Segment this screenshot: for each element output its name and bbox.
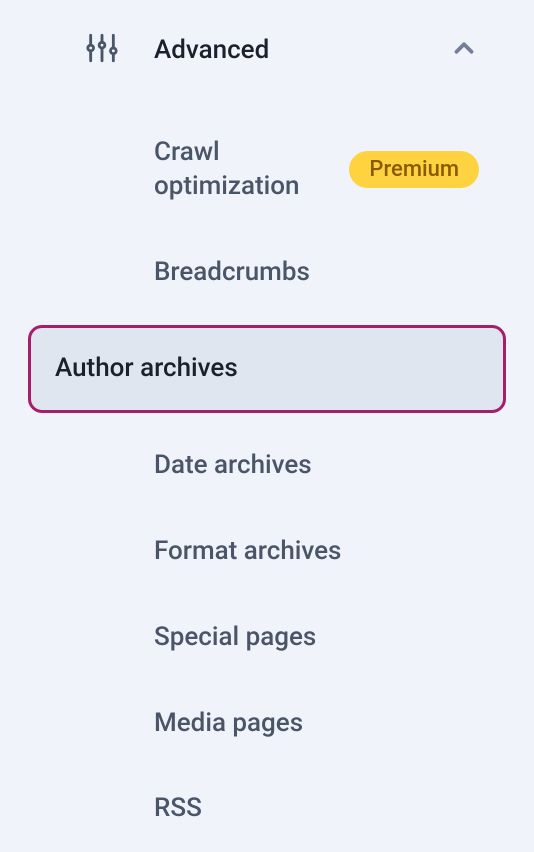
menu-item-label: Breadcrumbs xyxy=(154,257,310,287)
menu-item-media-pages[interactable]: Media pages xyxy=(0,681,534,767)
menu-item-author-archives[interactable]: Author archives xyxy=(28,325,506,413)
menu-item-date-archives[interactable]: Date archives xyxy=(0,423,534,509)
menu-item-special-pages[interactable]: Special pages xyxy=(0,595,534,681)
sliders-icon xyxy=(85,31,119,69)
menu-item-label: Format archives xyxy=(154,536,341,566)
menu-item-breadcrumbs[interactable]: Breadcrumbs xyxy=(0,230,534,316)
premium-badge: Premium xyxy=(349,151,479,188)
section-header[interactable]: Advanced xyxy=(0,20,534,80)
menu-item-label: Crawl optimization xyxy=(154,136,334,204)
menu-item-label: Date archives xyxy=(154,450,312,480)
menu-item-crawl-optimization[interactable]: Crawl optimization Premium xyxy=(0,110,534,230)
menu-item-label: RSS xyxy=(154,793,202,823)
menu-item-label: Author archives xyxy=(55,353,238,383)
menu-item-label: Media pages xyxy=(154,708,303,738)
menu-items-list: Crawl optimization Premium Breadcrumbs A… xyxy=(0,110,534,852)
menu-item-label: Special pages xyxy=(154,622,316,652)
chevron-up-icon xyxy=(449,33,479,67)
menu-item-rss[interactable]: RSS xyxy=(0,766,534,852)
section-title: Advanced xyxy=(154,35,269,65)
advanced-menu: Advanced Crawl optimization Premium Brea… xyxy=(0,0,534,852)
menu-item-format-archives[interactable]: Format archives xyxy=(0,509,534,595)
